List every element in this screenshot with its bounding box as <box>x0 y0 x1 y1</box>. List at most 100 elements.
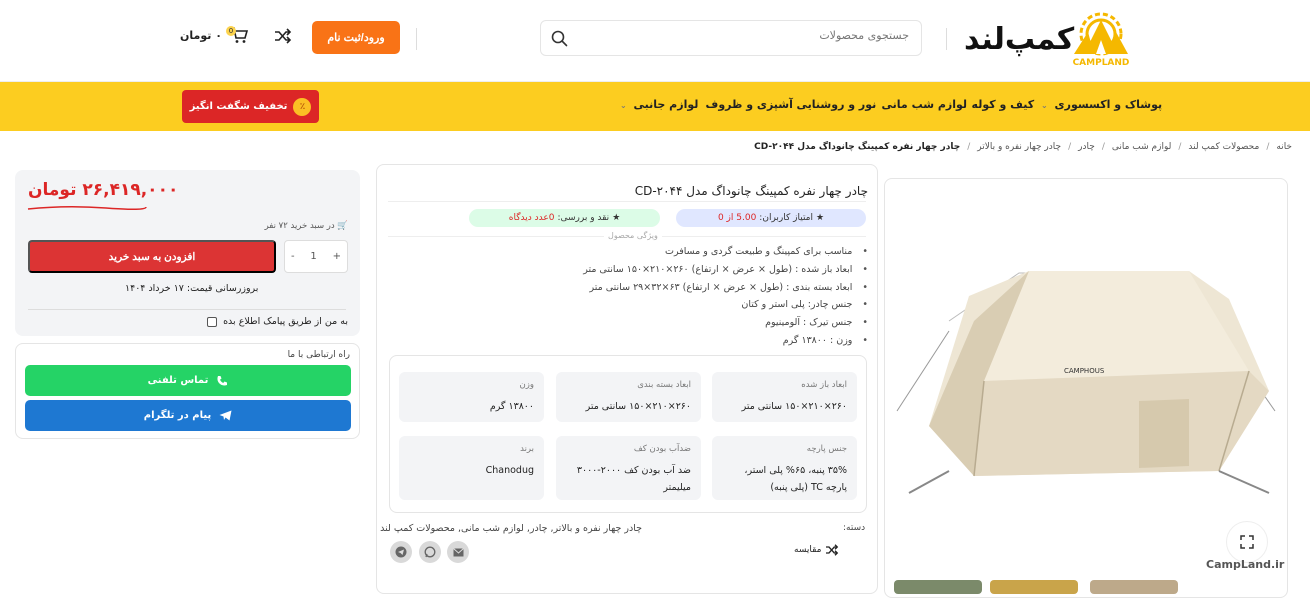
nav-item-lighting[interactable]: نور و روشنایی ⌄ <box>783 98 876 111</box>
cart-total[interactable]: ۰ تومان <box>180 29 222 42</box>
nav-item-label: نور و روشنایی <box>796 98 877 111</box>
logo-subtitle: CAMPLAND <box>1073 58 1130 68</box>
nav-item-overnight[interactable]: لوازم شب مانی ⌄ <box>868 98 967 111</box>
category-links[interactable]: چادر چهار نفره و بالاتر, چادر, لوازم شب … <box>380 523 642 534</box>
breadcrumb-link[interactable]: محصولات کمپ لند <box>1188 142 1259 152</box>
campland-emblem-icon: CAMPLAND <box>1073 12 1130 68</box>
share-telegram-button[interactable] <box>390 541 412 563</box>
chevron-down-icon: ⌄ <box>1041 101 1048 110</box>
cart-count-badge: 0 <box>226 26 236 36</box>
breadcrumb-separator: / <box>1068 142 1072 152</box>
amazing-deal-button[interactable]: ٪ تخفیف شگفت انگیز <box>182 90 319 123</box>
feature-item: مناسب برای کمپینگ و طبیعت گردی و مسافرت <box>438 243 868 261</box>
breadcrumb-link[interactable]: لوازم شب مانی <box>1112 142 1171 152</box>
product-title: چادر چهار نفره کمپینگ چانوداگ مدل CD-۲۰۴… <box>634 184 868 198</box>
cart-count-text: در سبد خرید ۷۲ نفر <box>264 221 335 231</box>
login-register-button[interactable]: ورود/ثبت نام <box>312 21 400 54</box>
call-button[interactable]: تماس تلفنی <box>25 365 351 396</box>
breadcrumb: خانه / محصولات کمپ لند / لوازم شب مانی / چادر /… <box>754 142 1292 152</box>
email-icon <box>452 547 464 556</box>
spec-label: ابعاد بسته بندی <box>637 380 691 390</box>
sms-notify-checkbox[interactable] <box>207 316 218 327</box>
add-to-cart-button[interactable]: افزودن به سبد خرید <box>28 240 276 273</box>
header-divider <box>946 28 947 50</box>
spec-card: ابعاد بسته بندی ۲۶۰×۲۱۰×۱۵۰ سانتی متر <box>556 372 701 422</box>
quantity-plus-button[interactable]: + <box>333 251 341 262</box>
spec-label: ابعاد باز شده <box>801 380 847 390</box>
compare-link[interactable]: مقایسه <box>794 544 839 556</box>
sms-notify-label: به من از طریق پیامک اطلاع بده <box>223 316 348 327</box>
rating-prefix: امتیاز کاربران: <box>759 213 813 223</box>
review-prefix: نقد و بررسی: <box>557 213 610 223</box>
header-divider <box>416 28 417 50</box>
gallery-thumbnail[interactable] <box>1090 580 1178 594</box>
share-whatsapp-button[interactable] <box>419 541 441 563</box>
divider <box>388 201 866 202</box>
breadcrumb-current: چادر چهار نفره کمپینگ چانوداگ مدل CD-۲۰۴… <box>754 142 961 152</box>
nav-item-label: لوازم جانبی <box>633 98 699 111</box>
cart-count-note: 🛒 در سبد خرید ۷۲ نفر <box>265 221 348 231</box>
compare-label: مقایسه <box>794 545 822 555</box>
nav-item-bags[interactable]: کیف و کوله ⌄ <box>958 98 1034 111</box>
quantity-minus-button[interactable]: - <box>291 251 295 262</box>
spec-card: ضدآب بودن کف ضد آب بودن کف ۲۰۰۰-۳۰۰۰ میل… <box>556 436 701 500</box>
feature-item: ابعاد بسته بندی : (طول × عرض × ارتفاع) ۶… <box>438 279 868 297</box>
category-label: دسته: <box>843 523 866 533</box>
feature-item: جنس تیرک : آلومینیوم <box>438 314 868 332</box>
chevron-down-icon: ⌄ <box>620 101 627 110</box>
breadcrumb-separator: / <box>967 142 971 152</box>
nav-item-clothing[interactable]: پوشاک و اکسسوری ⌄ <box>1041 98 1162 111</box>
logo-text: کمپ‌لند <box>964 22 1075 57</box>
breadcrumb-link[interactable]: چادر <box>1078 142 1095 152</box>
sms-notify-option[interactable]: به من از طریق پیامک اطلاع بده <box>207 316 348 327</box>
star-icon: ★ <box>816 213 825 223</box>
feature-item: وزن : ۱۳۸۰۰ گرم <box>438 332 868 350</box>
breadcrumb-link[interactable]: چادر چهار نفره و بالاتر <box>977 142 1061 152</box>
nav-item-accessories[interactable]: لوازم جانبی ⌄ <box>620 98 698 111</box>
spec-value: ۳۵% پنبه، ۶۵% پلی استر، پارچه TC (پلی پن… <box>744 465 847 493</box>
feature-list: مناسب برای کمپینگ و طبیعت گردی و مسافرت … <box>438 243 868 350</box>
spec-card: ابعاد باز شده ۲۶۰×۲۱۰×۱۵۰ سانتی متر <box>712 372 857 422</box>
divider <box>28 309 346 310</box>
spec-value: Chanodug <box>485 465 534 476</box>
breadcrumb-separator: / <box>1101 142 1105 152</box>
rating-value: 5.00 از 0 <box>717 213 757 223</box>
telegram-icon <box>219 410 232 421</box>
quantity-value[interactable]: 1 <box>310 251 316 262</box>
tent-brand-label: CAMPHOUS <box>1064 367 1105 375</box>
spec-label: ضدآب بودن کف <box>633 444 691 454</box>
spec-label: جنس پارچه <box>806 444 847 454</box>
nav-item-label: پوشاک و اکسسوری <box>1054 98 1163 111</box>
gallery-thumbnail[interactable] <box>990 580 1078 594</box>
breadcrumb-separator: / <box>1266 142 1270 152</box>
site-header: کمپ‌لند CAMPLAND ورود/ثبت نام 0 ۰ تومان <box>0 0 1310 82</box>
product-price: ۲۶,۴۱۹,۰۰۰ تومان <box>28 180 179 200</box>
search-bar[interactable] <box>540 20 922 56</box>
feature-item: جنس چادر: پلی استر و کتان <box>438 296 868 314</box>
nav-item-cooking[interactable]: آشپزی و ظروف ⌄ <box>692 98 793 111</box>
zoom-button[interactable] <box>1226 521 1268 563</box>
share-email-button[interactable] <box>447 541 469 563</box>
breadcrumb-home[interactable]: خانه <box>1276 142 1292 152</box>
spec-label: وزن <box>519 380 534 390</box>
review-pill[interactable]: ★ نقد و بررسی: 0عدد دیدگاه <box>469 209 660 227</box>
site-logo[interactable]: کمپ‌لند CAMPLAND <box>962 8 1132 70</box>
phone-icon <box>217 375 228 385</box>
nav-item-label: کیف و کوله <box>971 98 1035 111</box>
rating-pill: ★ امتیاز کاربران: 5.00 از 0 <box>676 209 866 227</box>
search-input[interactable] <box>609 29 909 42</box>
quantity-stepper[interactable]: - 1 + <box>284 240 348 273</box>
contact-title: راه ارتباطی با ما <box>287 350 350 360</box>
feature-item: ابعاد باز شده : (طول × عرض × ارتفاع) ۲۶۰… <box>438 261 868 279</box>
spec-card: وزن ۱۳۸۰۰ گرم <box>399 372 544 422</box>
features-label: ویژگی محصول <box>604 231 662 240</box>
breadcrumb-separator: / <box>1178 142 1182 152</box>
search-icon[interactable] <box>551 30 568 47</box>
compare-icon[interactable] <box>274 28 292 44</box>
whatsapp-icon <box>424 546 436 558</box>
price-update-date: بروزرسانی قیمت: ۱۷ خرداد ۱۴۰۴ <box>125 283 259 294</box>
telegram-button[interactable]: پیام در تلگرام <box>25 400 351 431</box>
watermark: CampLand.ir <box>1206 558 1285 571</box>
gallery-thumbnail[interactable] <box>894 580 982 594</box>
product-image[interactable]: CAMPHOUS <box>889 261 1283 501</box>
